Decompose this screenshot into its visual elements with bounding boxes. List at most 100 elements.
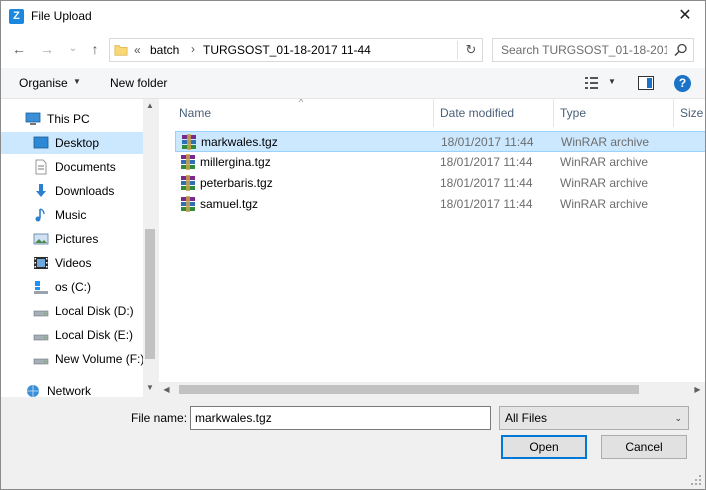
nav-item-label: Music <box>55 208 87 222</box>
file-list-header: ^ Name Date modified Type Size <box>159 99 705 127</box>
organise-dropdown-icon[interactable]: ▼ <box>73 77 81 86</box>
drive-icon <box>33 310 49 317</box>
file-upload-dialog: Z File Upload ✕ ← → ⌄ ↑ « batch › TURGSO… <box>0 0 706 490</box>
file-name: millergina.tgz <box>200 155 271 169</box>
nav-item-network[interactable]: Network <box>1 380 143 397</box>
column-divider[interactable] <box>673 99 674 127</box>
command-bar: Organise ▼ New folder ▼ ? <box>1 68 705 99</box>
breadcrumb-separator[interactable]: › <box>191 42 195 56</box>
preview-pane-icon[interactable] <box>638 76 654 90</box>
address-bar[interactable]: « batch › TURGSOST_01-18-2017 11-44 ↻ <box>109 38 483 62</box>
nav-item-label: Network <box>47 384 92 397</box>
nav-item-label: Desktop <box>55 136 100 150</box>
nav-item-pictures[interactable]: Pictures <box>1 228 143 250</box>
help-icon[interactable]: ? <box>674 75 691 92</box>
nav-item-videos[interactable]: Videos <box>1 252 143 274</box>
file-name-input[interactable] <box>190 406 491 430</box>
navigation-pane: This PC Desktop Documents Downloads Musi… <box>1 99 157 397</box>
downloads-icon <box>36 184 46 197</box>
app-logo-icon: Z <box>9 9 24 24</box>
winrar-archive-icon <box>182 134 196 150</box>
recent-locations-chevron-icon[interactable]: ⌄ <box>65 41 81 57</box>
refresh-icon[interactable]: ↻ <box>462 41 480 59</box>
column-divider[interactable] <box>433 99 434 127</box>
nav-item-documents[interactable]: Documents <box>1 156 143 178</box>
nav-item-label: Documents <box>55 160 116 174</box>
open-button[interactable]: Open <box>501 435 587 459</box>
column-divider[interactable] <box>553 99 554 127</box>
column-header-name[interactable]: Name <box>179 106 211 120</box>
scrollbar-thumb[interactable] <box>145 229 155 359</box>
file-list-horizontal-scrollbar[interactable]: ◀ ▶ <box>159 382 705 397</box>
new-folder-button[interactable]: New folder <box>110 76 167 90</box>
scroll-down-icon[interactable]: ▼ <box>143 381 157 395</box>
organise-menu-button[interactable]: Organise <box>19 76 68 90</box>
breadcrumb-batch[interactable]: batch <box>150 43 179 57</box>
nav-item-label: New Volume (F:) <box>55 352 145 366</box>
scrollbar-thumb[interactable] <box>179 385 639 394</box>
nav-item-label: Downloads <box>55 184 115 198</box>
nav-item-new-volume-f[interactable]: New Volume (F:) <box>1 348 145 370</box>
winrar-archive-icon <box>181 175 195 191</box>
forward-arrow-icon[interactable]: → <box>39 41 55 57</box>
cancel-button[interactable]: Cancel <box>601 435 687 459</box>
search-box[interactable]: Search TURGSOST_01-18-201... <box>492 38 694 62</box>
close-button[interactable]: ✕ <box>675 6 695 26</box>
file-type: WinRAR archive <box>561 135 650 149</box>
nav-item-local-disk-d[interactable]: Local Disk (D:) <box>1 300 143 322</box>
file-row[interactable]: samuel.tgz 18/01/2017 11:44 WinRAR archi… <box>175 194 705 215</box>
file-row[interactable]: peterbaris.tgz 18/01/2017 11:44 WinRAR a… <box>175 173 705 194</box>
file-name: peterbaris.tgz <box>200 176 273 190</box>
column-header-date-modified[interactable]: Date modified <box>440 106 514 120</box>
nav-item-label: Local Disk (E:) <box>55 328 134 342</box>
title-bar: Z File Upload ✕ <box>1 1 705 32</box>
scroll-left-icon[interactable]: ◀ <box>159 382 174 397</box>
desktop-icon <box>33 136 49 149</box>
navpane-scrollbar[interactable]: ▲ ▼ <box>143 99 157 397</box>
nav-item-label: This PC <box>47 112 90 126</box>
this-pc-icon <box>25 112 41 125</box>
nav-item-downloads[interactable]: Downloads <box>1 180 143 202</box>
window-title: File Upload <box>31 9 92 23</box>
resize-grip-icon[interactable] <box>691 475 701 485</box>
file-date-modified: 18/01/2017 11:44 <box>441 135 534 149</box>
winrar-archive-icon <box>181 196 195 212</box>
file-date-modified: 18/01/2017 11:44 <box>440 197 533 211</box>
breadcrumb-current-folder[interactable]: TURGSOST_01-18-2017 11-44 <box>203 43 371 57</box>
file-row[interactable]: millergina.tgz 18/01/2017 11:44 WinRAR a… <box>175 152 705 173</box>
column-header-size[interactable]: Size <box>680 106 703 120</box>
nav-item-label: Videos <box>55 256 92 270</box>
scroll-right-icon[interactable]: ▶ <box>690 382 705 397</box>
up-arrow-icon[interactable]: ↑ <box>87 41 103 57</box>
file-date-modified: 18/01/2017 11:44 <box>440 155 533 169</box>
music-icon <box>35 208 45 222</box>
scroll-up-icon[interactable]: ▲ <box>143 99 157 113</box>
file-type-filter-value: All Files <box>505 411 548 425</box>
file-name-label: File name: <box>131 411 188 425</box>
documents-icon <box>35 159 47 175</box>
navigation-bar: ← → ⌄ ↑ « batch › TURGSOST_01-18-2017 11… <box>1 32 705 68</box>
view-options-icon[interactable] <box>584 76 600 90</box>
search-placeholder[interactable]: Search TURGSOST_01-18-201... <box>501 43 667 57</box>
breadcrumb-overflow[interactable]: « <box>134 43 141 57</box>
file-type-filter-select[interactable]: All Files ⌄ <box>499 406 689 430</box>
view-options-dropdown-icon[interactable]: ▼ <box>608 77 616 86</box>
nav-item-os-c[interactable]: os (C:) <box>1 276 143 298</box>
back-arrow-icon[interactable]: ← <box>11 41 27 57</box>
nav-item-this-pc[interactable]: This PC <box>1 108 143 130</box>
nav-item-label: Pictures <box>55 232 99 246</box>
nav-item-music[interactable]: Music <box>1 204 143 226</box>
file-date-modified: 18/01/2017 11:44 <box>440 176 533 190</box>
file-row[interactable]: markwales.tgz 18/01/2017 11:44 WinRAR ar… <box>175 131 705 152</box>
nav-item-desktop[interactable]: Desktop <box>1 132 143 154</box>
chevron-down-icon[interactable]: ⌄ <box>674 413 682 424</box>
videos-icon <box>34 257 48 269</box>
nav-item-local-disk-e[interactable]: Local Disk (E:) <box>1 324 143 346</box>
winrar-archive-icon <box>181 154 195 170</box>
address-divider <box>457 41 458 59</box>
file-type: WinRAR archive <box>560 155 649 169</box>
column-header-type[interactable]: Type <box>560 106 586 120</box>
search-icon[interactable] <box>673 42 689 58</box>
file-list: ^ Name Date modified Type Size markwales… <box>159 99 705 397</box>
nav-item-label: Local Disk (D:) <box>55 304 134 318</box>
